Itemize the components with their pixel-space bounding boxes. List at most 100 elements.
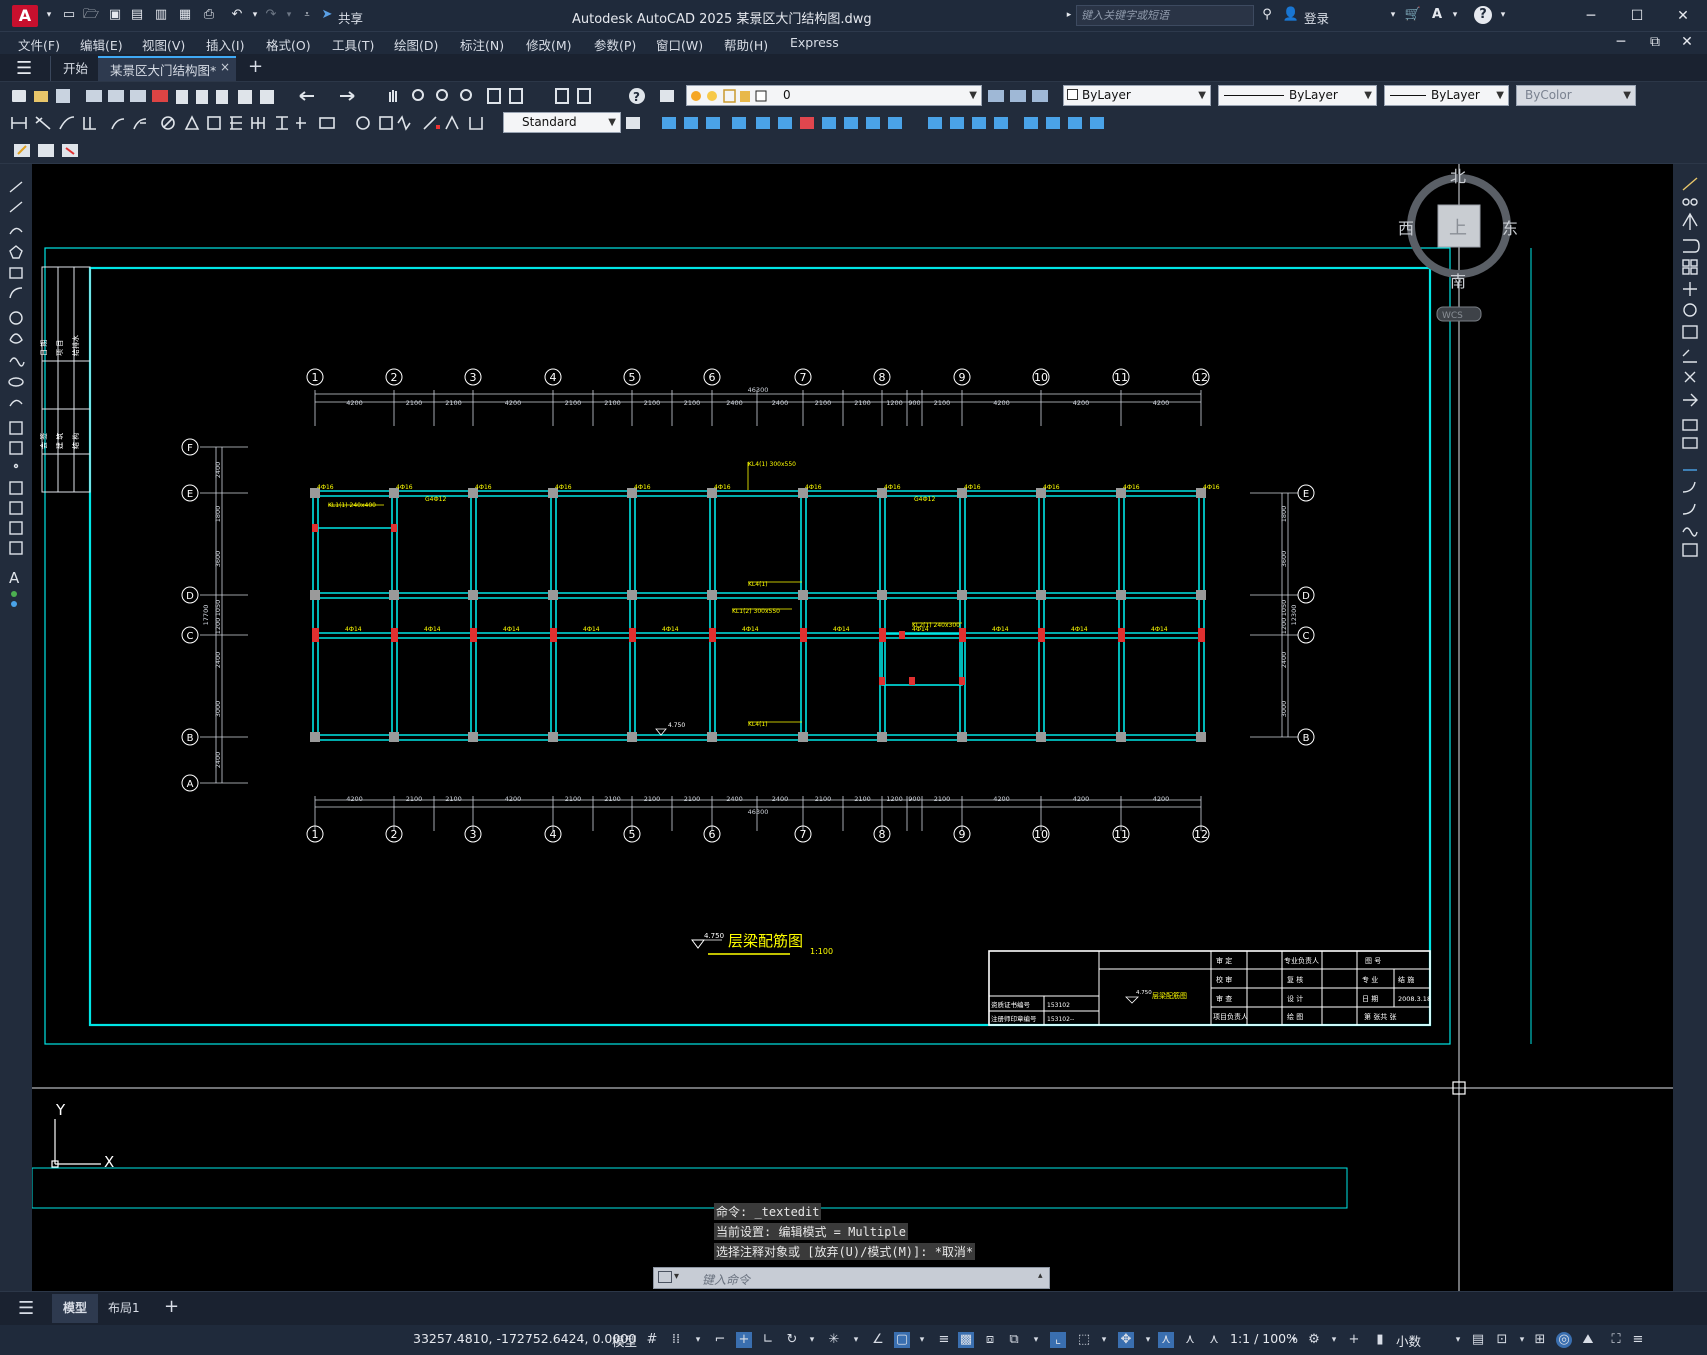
lock-ui-icon[interactable]: ⊡ <box>1494 1332 1510 1348</box>
viewcube[interactable]: 上 北 南 东 西 WCS <box>1398 167 1518 322</box>
drawing-svg[interactable]: 日 期项 目会 签建 筑结 构给排水 1 2 3 4 5 6 7 8 9 10 11 121 2 3 4 5 6… <box>32 164 1673 1291</box>
viewcube-west[interactable]: 西 <box>1398 219 1414 238</box>
clean-screen-icon[interactable]: ⛰ <box>1580 1332 1596 1348</box>
undo-icon[interactable]: ↶ <box>228 6 246 24</box>
object-snap-tracking-icon[interactable]: ∠ <box>870 1332 886 1348</box>
tab-layout1[interactable]: 布局1 <box>108 1294 140 1323</box>
open-file-icon[interactable]: 🗁 <box>82 6 100 24</box>
save-web-icon[interactable]: ▦ <box>176 6 194 24</box>
tab-active-drawing[interactable]: 某景区大门结构图* <box>98 56 236 81</box>
menu-view[interactable]: 视图(V) <box>142 35 185 54</box>
menu-edit[interactable]: 编辑(E) <box>80 35 123 54</box>
command-recent-dropdown-icon[interactable]: ▾ <box>674 1271 679 1282</box>
menu-help[interactable]: 帮助(H) <box>724 35 768 54</box>
layout-menu-icon[interactable]: ☰ <box>18 1298 34 1319</box>
doc-restore-icon[interactable]: ⧉ <box>1640 32 1670 52</box>
units-value[interactable]: 小数 <box>1396 1331 1421 1350</box>
hamburger-menu-icon[interactable]: ☰ <box>16 58 32 79</box>
redo-icon[interactable]: ↷ <box>262 6 280 24</box>
share-icon[interactable]: ➤ <box>318 6 336 24</box>
command-input[interactable]: ▾ 键入命令 ▴ <box>653 1267 1050 1289</box>
modify-toolbar-side-icons[interactable] <box>1673 164 1707 584</box>
transparency-icon[interactable]: ▩ <box>958 1332 974 1348</box>
redo-dropdown-icon[interactable]: ▾ <box>280 6 298 24</box>
login-button[interactable]: 登录 <box>1304 8 1329 27</box>
workspace-gear-icon[interactable]: ⚙ <box>1306 1332 1322 1348</box>
draw-toolbar-icons[interactable]: A <box>0 164 32 624</box>
doc-close-icon[interactable]: ✕ <box>1672 32 1702 52</box>
search-icon[interactable]: ⚲ <box>1258 6 1276 24</box>
dimension-toolbar-icons[interactable] <box>0 109 500 136</box>
annotation-monitor-icon[interactable]: + <box>1346 1332 1362 1348</box>
viewcube-north[interactable]: 北 <box>1450 167 1466 186</box>
close-window-icon[interactable]: ✕ <box>1668 6 1698 26</box>
save-icon[interactable]: ▣ <box>106 6 124 24</box>
auto-scale-icon[interactable]: ⋏ <box>1182 1332 1198 1348</box>
modify-toolbar-icons[interactable] <box>622 109 1142 136</box>
selection-cycling-icon[interactable]: ⧈ <box>982 1332 998 1348</box>
selection-filter-dropdown-icon[interactable]: ▾ <box>1096 1332 1112 1348</box>
isodraft-dropdown-icon[interactable]: ▾ <box>848 1332 864 1348</box>
color-dropdown[interactable]: ByLayer ▼ <box>1063 85 1211 106</box>
workspace-dropdown-icon[interactable]: ▾ <box>1326 1332 1342 1348</box>
ortho-icon[interactable]: ∟ <box>760 1332 776 1348</box>
account-dropdown-icon[interactable]: ▾ <box>1446 6 1464 24</box>
login-dropdown-icon[interactable]: ▾ <box>1384 6 1402 24</box>
wcs-label[interactable]: WCS <box>1442 311 1463 321</box>
user-icon[interactable]: 👤 <box>1282 6 1300 24</box>
polar-dropdown-icon[interactable]: ▾ <box>804 1332 820 1348</box>
annotation-visibility-icon[interactable]: ⋏ <box>1158 1332 1174 1348</box>
new-tab-icon[interactable]: + <box>248 56 263 77</box>
grid-icon[interactable]: # <box>644 1332 660 1348</box>
extra-toolbar-icons[interactable] <box>0 136 90 164</box>
dynamic-ucs-icon[interactable]: ⌞ <box>1050 1332 1066 1348</box>
fullscreen-icon[interactable]: ⛶ <box>1608 1332 1624 1348</box>
add-layout-icon[interactable]: + <box>164 1296 179 1317</box>
app-logo-icon[interactable]: A <box>12 5 38 27</box>
search-input[interactable]: 键入关键字或短语 <box>1076 5 1254 26</box>
viewcube-east[interactable]: 东 <box>1502 219 1518 238</box>
dynamic-input-icon[interactable]: + <box>736 1332 752 1348</box>
snap-icon[interactable]: ⁞⁞ <box>668 1332 684 1348</box>
customize-quick-access-icon[interactable]: ⩡ <box>298 6 316 24</box>
selection-filter-icon[interactable]: ⬚ <box>1076 1332 1092 1348</box>
menu-dimension[interactable]: 标注(N) <box>460 35 504 54</box>
object-snap-dropdown-icon[interactable]: ▾ <box>914 1332 930 1348</box>
annotation-scale-icon[interactable]: ⋏ <box>1206 1332 1222 1348</box>
maximize-window-icon[interactable]: ☐ <box>1622 6 1652 26</box>
infer-constraints-icon[interactable]: ⌐ <box>712 1332 728 1348</box>
viewcube-south[interactable]: 南 <box>1450 272 1466 291</box>
doc-minimize-icon[interactable]: ─ <box>1606 32 1636 52</box>
menu-parametric[interactable]: 参数(P) <box>594 35 636 54</box>
menu-format[interactable]: 格式(O) <box>266 35 311 54</box>
open-web-icon[interactable]: ▥ <box>152 6 170 24</box>
menu-draw[interactable]: 绘图(D) <box>394 35 438 54</box>
units-dropdown-icon[interactable]: ▾ <box>1450 1332 1466 1348</box>
layer-tools-icons[interactable] <box>986 86 1056 106</box>
menu-window[interactable]: 窗口(W) <box>656 35 703 54</box>
menu-modify[interactable]: 修改(M) <box>526 35 572 54</box>
menu-file[interactable]: 文件(F) <box>18 35 60 54</box>
hardware-acceleration-icon[interactable]: ◎ <box>1556 1332 1572 1348</box>
plot-icon[interactable]: ⎙ <box>200 6 218 24</box>
viewcube-face[interactable]: 上 <box>1449 218 1467 239</box>
polar-icon[interactable]: ↻ <box>784 1332 800 1348</box>
menu-insert[interactable]: 插入(I) <box>206 35 244 54</box>
scale-dropdown-icon[interactable]: ▾ <box>1286 1332 1302 1348</box>
command-history-toggle-icon[interactable]: ▴ <box>1038 1271 1043 1281</box>
autodesk-account-icon[interactable]: A <box>1428 6 1446 24</box>
drawing-canvas[interactable]: 日 期项 目会 签建 筑结 构给排水 1 2 3 4 5 6 7 8 9 10 11 12 1 2 3 4 5 6… <box>32 164 1673 1291</box>
gizmo-dropdown-icon[interactable]: ▾ <box>1140 1332 1156 1348</box>
lineweight-icon[interactable]: ≡ <box>936 1332 952 1348</box>
minimize-window-icon[interactable]: ─ <box>1576 6 1606 26</box>
app-menu-chevron-icon[interactable]: ▾ <box>40 6 58 24</box>
coordinates-readout[interactable]: 33257.4810, -172752.6424, 0.0000 <box>413 1331 636 1346</box>
model-space-button[interactable]: 模型 <box>612 1331 637 1350</box>
save-as-icon[interactable]: ▤ <box>128 6 146 24</box>
isodraft-icon[interactable]: ✳ <box>826 1332 842 1348</box>
menu-tools[interactable]: 工具(T) <box>332 35 374 54</box>
snap-dropdown-icon[interactable]: ▾ <box>690 1332 706 1348</box>
3d-osnap-icon[interactable]: ⧉ <box>1006 1332 1022 1348</box>
tab-start[interactable]: 开始 <box>50 56 102 81</box>
customization-icon[interactable]: ≡ <box>1630 1332 1646 1348</box>
